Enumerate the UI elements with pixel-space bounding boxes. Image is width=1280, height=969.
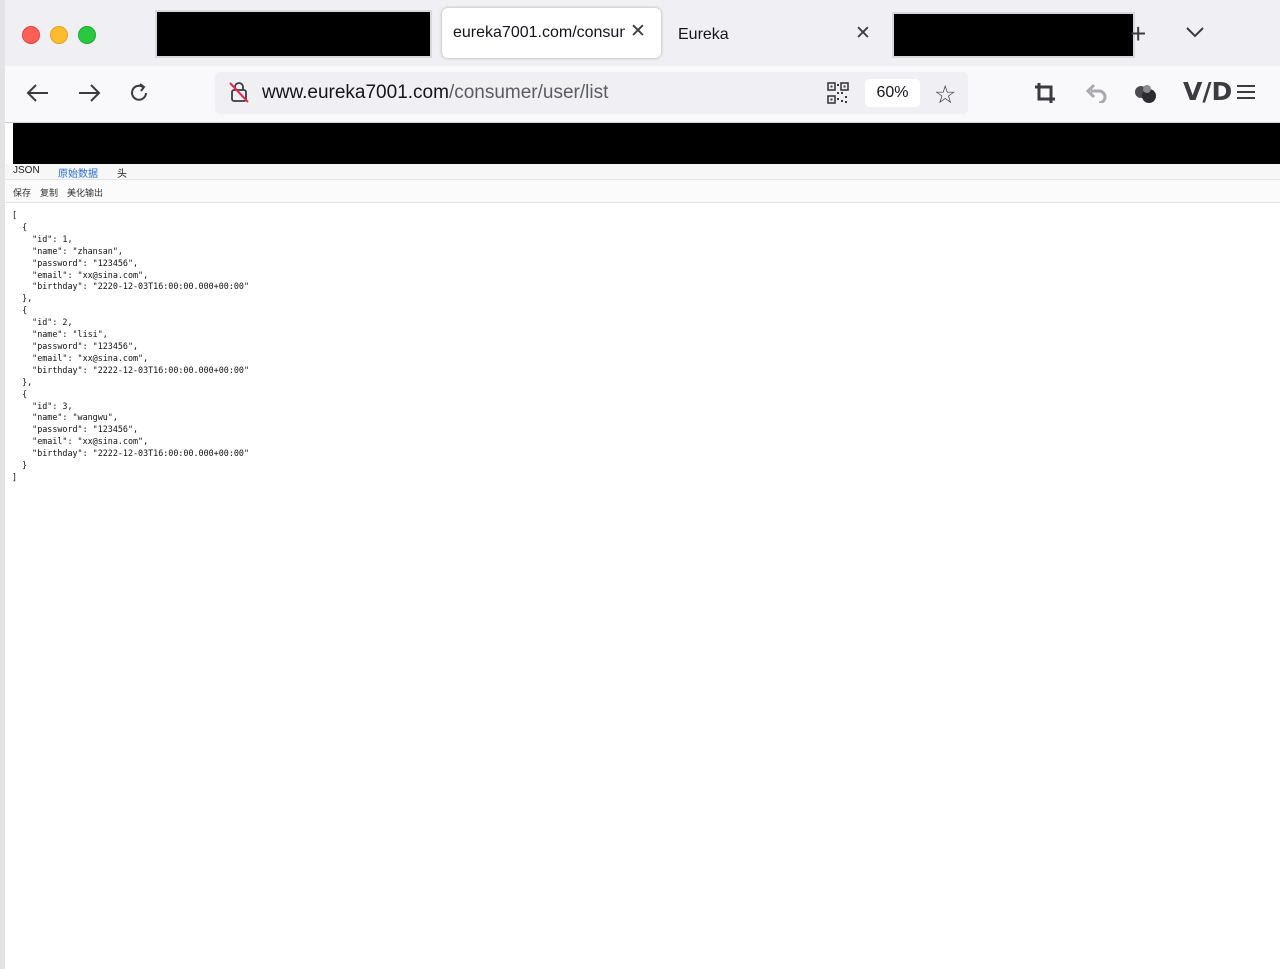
reload-icon[interactable]: [127, 81, 151, 105]
tab-eureka[interactable]: Eureka ✕: [665, 10, 887, 58]
tab-headers[interactable]: 头: [117, 165, 127, 180]
save-button[interactable]: 保存: [13, 186, 31, 199]
url-host: www.eureka7001.com: [262, 82, 449, 103]
close-window-button[interactable]: [22, 26, 40, 44]
tab-strip: eureka7001.com/consumer/user/list ✕ Eure…: [5, 0, 1280, 66]
url-text[interactable]: www.eureka7001.com/consumer/user/list: [262, 82, 608, 104]
tab-title: eureka7001.com/consumer/user/list: [453, 24, 625, 41]
zoom-window-button[interactable]: [78, 26, 96, 44]
url-bar[interactable]: www.eureka7001.com/consumer/user/list 60…: [215, 72, 968, 114]
undo-icon[interactable]: [1085, 83, 1107, 103]
close-tab-icon[interactable]: ✕: [855, 22, 871, 45]
url-path: /consumer/user/list: [448, 82, 609, 103]
tab-active[interactable]: eureka7001.com/consumer/user/list ✕: [442, 8, 661, 58]
menu-icon[interactable]: [1237, 84, 1255, 100]
back-icon[interactable]: [26, 83, 50, 103]
chevron-down-icon[interactable]: [1186, 26, 1204, 38]
tab-redacted-2[interactable]: [892, 12, 1135, 58]
copy-button[interactable]: 复制: [40, 186, 58, 199]
vd-extension-icon[interactable]: V/D: [1183, 77, 1232, 106]
minimize-window-button[interactable]: [50, 26, 68, 44]
tab-raw-data[interactable]: 原始数据: [58, 165, 98, 180]
crop-screenshot-icon[interactable]: [1034, 82, 1056, 104]
zoom-level-button[interactable]: 60%: [865, 79, 920, 107]
redacted-banner: [13, 123, 1280, 164]
pretty-print-button[interactable]: 美化输出: [67, 186, 103, 199]
forward-icon[interactable]: [77, 83, 101, 103]
viewer-toolbar: 保存 复制 美化输出: [5, 180, 1280, 203]
browser-window: eureka7001.com/consumer/user/list ✕ Eure…: [5, 0, 1280, 969]
json-viewer: JSON 原始数据 头 保存 复制 美化输出 [ { "id": 1, "nam…: [5, 164, 1280, 969]
insecure-lock-icon[interactable]: [227, 80, 251, 104]
raw-json-content: [ { "id": 1, "name": "zhansan", "passwor…: [12, 210, 249, 482]
extension-spheres-icon[interactable]: [1133, 82, 1159, 104]
tab-json[interactable]: JSON: [13, 165, 40, 176]
new-tab-icon[interactable]: +: [1130, 18, 1146, 50]
navigation-toolbar: www.eureka7001.com/consumer/user/list 60…: [5, 66, 1280, 123]
qr-code-icon[interactable]: [827, 82, 849, 104]
tab-redacted-1[interactable]: [155, 10, 432, 58]
close-tab-icon[interactable]: ✕: [630, 20, 646, 43]
bookmark-star-icon[interactable]: ☆: [934, 80, 956, 110]
viewer-tabs: JSON 原始数据 头: [5, 164, 1280, 180]
tab-title: Eureka: [678, 26, 729, 43]
